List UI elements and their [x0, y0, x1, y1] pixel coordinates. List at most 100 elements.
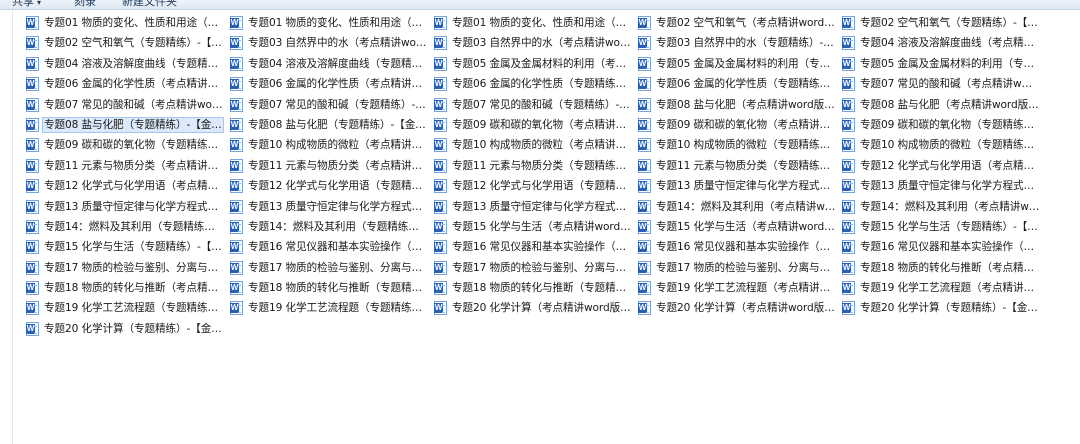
- file-item[interactable]: 专题04 溶液及溶解度曲线（专题精…: [26, 54, 230, 74]
- file-item[interactable]: 专题04 溶液及溶解度曲线（专题精…: [230, 54, 434, 74]
- file-item[interactable]: 专题19 化学工艺流程题（考点精讲…: [638, 278, 842, 298]
- file-item[interactable]: 专题08 盐与化肥（专题精练）-【金…: [230, 115, 434, 135]
- file-item[interactable]: 专题20 化学计算（考点精讲word版…: [434, 298, 638, 318]
- file-item[interactable]: 专题13 质量守恒定律与化学方程式…: [842, 176, 1046, 196]
- file-item[interactable]: 专题07 常见的酸和碱（考点精讲wo…: [26, 95, 230, 115]
- burn-button[interactable]: 刻录: [74, 0, 96, 9]
- file-name: 专题03 自然界中的水（考点精讲wo…: [452, 37, 631, 50]
- file-item[interactable]: 专题09 碳和碳的氧化物（考点精讲…: [638, 115, 842, 135]
- file-item[interactable]: 专题15 化学与生活（考点精讲word…: [434, 217, 638, 237]
- file-item[interactable]: 专题06 金属的化学性质（考点精讲…: [26, 74, 230, 94]
- file-name: 专题16 常见仪器和基本实验操作（…: [860, 241, 1034, 254]
- file-item[interactable]: 专题10 构成物质的微粒（考点精讲…: [230, 135, 434, 155]
- file-name: 专题07 常见的酸和碱（专题精练）-…: [248, 98, 426, 111]
- file-item[interactable]: 专题12 化学式与化学用语（专题精…: [230, 176, 434, 196]
- word-document-icon: [434, 219, 447, 234]
- share-menu[interactable]: 共享 ▾: [12, 0, 41, 9]
- file-item[interactable]: 专题10 构成物质的微粒（专题精练…: [842, 135, 1046, 155]
- file-item[interactable]: 专题16 常见仪器和基本实验操作（…: [842, 237, 1046, 257]
- file-item[interactable]: 专题11 元素与物质分类（专题精练…: [434, 156, 638, 176]
- file-item[interactable]: 专题19 化学工艺流程题（考点精讲…: [842, 278, 1046, 298]
- file-item[interactable]: 专题20 化学计算（专题精练）-【金…: [842, 298, 1046, 318]
- file-item[interactable]: 专题05 金属及金属材料的利用（专…: [842, 54, 1046, 74]
- file-item[interactable]: 专题13 质量守恒定律与化学方程式…: [638, 176, 842, 196]
- file-item[interactable]: 专题12 化学式与化学用语（考点精…: [26, 176, 230, 196]
- file-item[interactable]: 专题19 化学工艺流程题（专题精练…: [26, 298, 230, 318]
- file-item[interactable]: 专题12 化学式与化学用语（考点精…: [842, 156, 1046, 176]
- file-item[interactable]: 专题07 常见的酸和碱（专题精练）-…: [434, 95, 638, 115]
- file-item[interactable]: 专题18 物质的转化与推断（专题精…: [230, 278, 434, 298]
- file-item[interactable]: 专题08 盐与化肥（专题精练）-【金…: [26, 115, 230, 135]
- file-item[interactable]: 专题09 碳和碳的氧化物（专题精练…: [26, 135, 230, 155]
- file-name: 专题07 常见的酸和碱（专题精练）-…: [452, 98, 630, 111]
- file-name: 专题13 质量守恒定律与化学方程式…: [860, 180, 1034, 193]
- file-item[interactable]: 专题14：燃料及其利用（专题精练…: [26, 217, 230, 237]
- file-item[interactable]: 专题05 金属及金属材料的利用（专…: [638, 54, 842, 74]
- file-item[interactable]: 专题20 化学计算（考点精讲word版…: [638, 298, 842, 318]
- file-item[interactable]: 专题08 盐与化肥（考点精讲word版…: [638, 95, 842, 115]
- file-item[interactable]: 专题11 元素与物质分类（考点精讲…: [230, 156, 434, 176]
- file-item[interactable]: 专题17 物质的检验与鉴别、分离与…: [26, 258, 230, 278]
- navigation-pane-divider[interactable]: [12, 10, 13, 444]
- file-item[interactable]: 专题09 碳和碳的氧化物（考点精讲…: [434, 115, 638, 135]
- file-item[interactable]: 专题19 化学工艺流程题（专题精练…: [230, 298, 434, 318]
- file-item[interactable]: 专题16 常见仪器和基本实验操作（…: [230, 237, 434, 257]
- file-name: 专题18 物质的转化与推断（考点精…: [44, 282, 218, 295]
- word-document-icon: [434, 301, 447, 316]
- file-item[interactable]: 专题18 物质的转化与推断（考点精…: [26, 278, 230, 298]
- word-document-icon: [638, 97, 651, 112]
- word-document-icon: [434, 158, 447, 173]
- file-item[interactable]: 专题01 物质的变化、性质和用途（…: [230, 13, 434, 33]
- file-item[interactable]: 专题16 常见仪器和基本实验操作（…: [638, 237, 842, 257]
- file-item[interactable]: 专题07 常见的酸和碱（考点精讲w…: [842, 74, 1046, 94]
- word-document-icon: [230, 260, 243, 275]
- file-name: 专题17 物质的检验与鉴别、分离与…: [452, 261, 626, 274]
- file-item[interactable]: 专题02 空气和氧气（考点精讲word…: [638, 13, 842, 33]
- file-item[interactable]: 专题03 自然界中的水（考点精讲wo…: [230, 33, 434, 53]
- file-item[interactable]: 专题14：燃料及其利用（专题精练…: [230, 217, 434, 237]
- file-item[interactable]: 专题03 自然界中的水（专题精练）-…: [638, 33, 842, 53]
- file-item[interactable]: 专题01 物质的变化、性质和用途（…: [434, 13, 638, 33]
- word-document-icon: [230, 240, 243, 255]
- file-name: 专题06 金属的化学性质（专题精练…: [656, 78, 830, 91]
- file-item[interactable]: 专题10 构成物质的微粒（考点精讲…: [434, 135, 638, 155]
- file-item[interactable]: 专题04 溶液及溶解度曲线（考点精…: [842, 33, 1046, 53]
- file-item[interactable]: 专题07 常见的酸和碱（专题精练）-…: [230, 95, 434, 115]
- file-item[interactable]: 专题15 化学与生活（专题精练）-【…: [842, 217, 1046, 237]
- file-name: 专题11 元素与物质分类（专题精练…: [452, 159, 626, 172]
- file-item[interactable]: 专题13 质量守恒定律与化学方程式…: [434, 197, 638, 217]
- file-name: 专题06 金属的化学性质（专题精练…: [452, 78, 626, 91]
- file-item[interactable]: 专题08 盐与化肥（考点精讲word版…: [842, 95, 1046, 115]
- file-item[interactable]: 专题10 构成物质的微粒（专题精练…: [638, 135, 842, 155]
- file-item[interactable]: 专题17 物质的检验与鉴别、分离与…: [434, 258, 638, 278]
- file-item[interactable]: 专题11 元素与物质分类（专题精练…: [638, 156, 842, 176]
- file-item[interactable]: 专题18 物质的转化与推断（考点精…: [842, 258, 1046, 278]
- file-name: 专题12 化学式与化学用语（专题精…: [248, 180, 422, 193]
- word-document-icon: [26, 199, 39, 214]
- file-item[interactable]: 专题01 物质的变化、性质和用途（…: [26, 13, 230, 33]
- file-item[interactable]: 专题06 金属的化学性质（专题精练…: [434, 74, 638, 94]
- file-item[interactable]: 专题14：燃料及其利用（考点精讲w…: [638, 197, 842, 217]
- file-item[interactable]: 专题05 金属及金属材料的利用（考…: [434, 54, 638, 74]
- file-item[interactable]: 专题09 碳和碳的氧化物（专题精练…: [842, 115, 1046, 135]
- file-name: 专题17 物质的检验与鉴别、分离与…: [248, 261, 422, 274]
- file-item[interactable]: 专题17 物质的检验与鉴别、分离与…: [638, 258, 842, 278]
- file-item[interactable]: 专题13 质量守恒定律与化学方程式…: [26, 197, 230, 217]
- file-item[interactable]: 专题17 物质的检验与鉴别、分离与…: [230, 258, 434, 278]
- new-folder-button[interactable]: 新建文件夹: [122, 0, 177, 9]
- file-item[interactable]: 专题16 常见仪器和基本实验操作（…: [434, 237, 638, 257]
- file-item[interactable]: 专题15 化学与生活（考点精讲word…: [638, 217, 842, 237]
- file-item[interactable]: 专题03 自然界中的水（考点精讲wo…: [434, 33, 638, 53]
- file-item[interactable]: 专题02 空气和氧气（专题精练）-【…: [842, 13, 1046, 33]
- file-item[interactable]: 专题12 化学式与化学用语（专题精…: [434, 176, 638, 196]
- file-item[interactable]: 专题02 空气和氧气（专题精练）-【…: [26, 33, 230, 53]
- file-item[interactable]: 专题11 元素与物质分类（考点精讲…: [26, 156, 230, 176]
- file-item[interactable]: 专题20 化学计算（专题精练）-【金…: [26, 319, 230, 339]
- file-item[interactable]: 专题06 金属的化学性质（考点精讲…: [230, 74, 434, 94]
- file-item[interactable]: 专题14：燃料及其利用（考点精讲w…: [842, 197, 1046, 217]
- file-item[interactable]: 专题18 物质的转化与推断（专题精…: [434, 278, 638, 298]
- file-item[interactable]: 专题15 化学与生活（专题精练）-【…: [26, 237, 230, 257]
- file-item[interactable]: 专题06 金属的化学性质（专题精练…: [638, 74, 842, 94]
- file-item[interactable]: 专题13 质量守恒定律与化学方程式…: [230, 197, 434, 217]
- word-document-icon: [434, 117, 447, 132]
